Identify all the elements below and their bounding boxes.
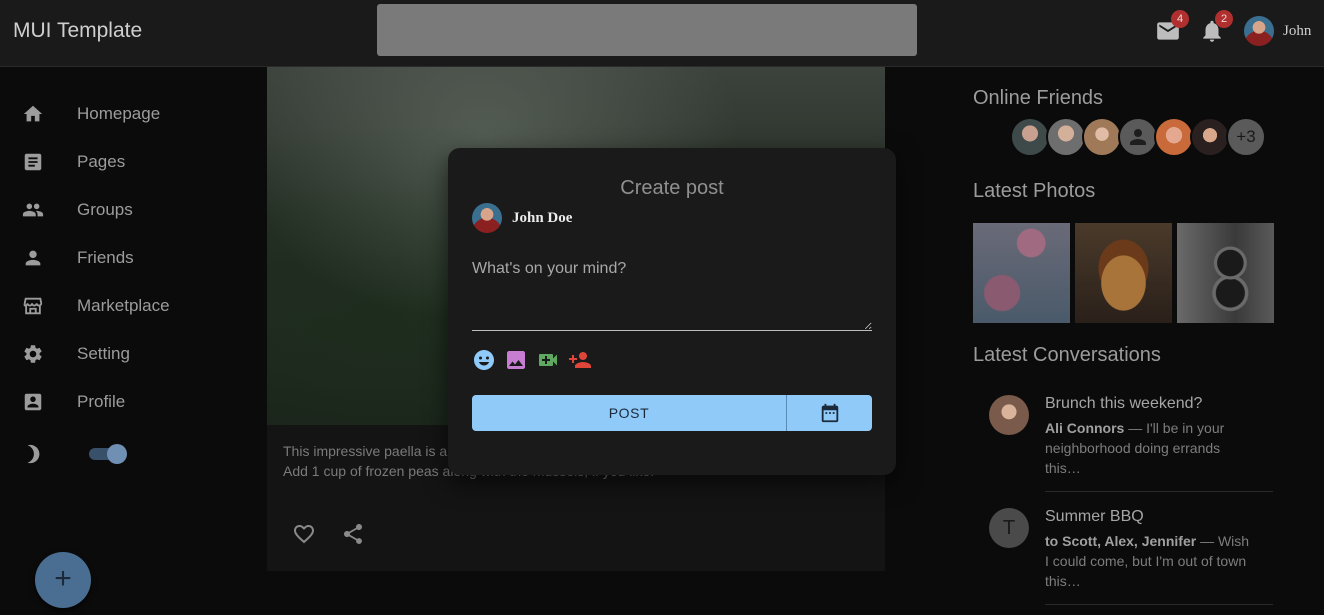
avatar[interactable] bbox=[1154, 117, 1194, 157]
conversation-title: Brunch this weekend? bbox=[1045, 395, 1203, 412]
avatar[interactable] bbox=[1190, 117, 1230, 157]
sidebar-item-marketplace[interactable]: Marketplace bbox=[0, 282, 250, 330]
sidebar-item-pages[interactable]: Pages bbox=[0, 138, 250, 186]
person-icon bbox=[25, 250, 41, 266]
person-icon bbox=[1130, 129, 1146, 145]
conversation-sender: Ali Connors bbox=[1045, 420, 1125, 436]
post-text-input[interactable] bbox=[472, 254, 872, 331]
conversation-item[interactable]: T Summer BBQ to Scott, Alex, Jennifer — … bbox=[989, 508, 1273, 598]
groups-icon bbox=[22, 203, 44, 217]
post-button[interactable]: POST bbox=[472, 395, 787, 431]
sidebar-item-friends[interactable]: Friends bbox=[0, 234, 250, 282]
search-bar[interactable] bbox=[377, 4, 917, 56]
online-friends-avatars: +3 bbox=[1010, 117, 1266, 157]
photo-thumbnail[interactable] bbox=[1075, 223, 1172, 323]
video-camera-icon[interactable] bbox=[536, 348, 560, 372]
modal-user: John Doe bbox=[472, 203, 572, 233]
app-logo[interactable]: MUI Template bbox=[13, 19, 142, 43]
share-icon[interactable] bbox=[341, 522, 365, 546]
online-friends-title: Online Friends bbox=[973, 87, 1104, 109]
more-friends-count[interactable]: +3 bbox=[1226, 117, 1266, 157]
sidebar-item-label: Friends bbox=[77, 248, 134, 267]
dark-mode-switch[interactable] bbox=[89, 444, 127, 464]
mail-badge: 4 bbox=[1171, 10, 1189, 28]
favorite-icon[interactable] bbox=[292, 522, 316, 546]
sidebar-item-label: Marketplace bbox=[77, 296, 170, 315]
sidebar-item-label: Pages bbox=[77, 152, 126, 171]
notifications-button[interactable]: 2 bbox=[1199, 10, 1233, 44]
person-add-icon[interactable] bbox=[568, 348, 592, 372]
conversation-title: Summer BBQ bbox=[1045, 508, 1144, 525]
article-icon bbox=[24, 153, 42, 171]
app-bar: MUI Template 4 2 John bbox=[0, 0, 1324, 67]
schedule-button[interactable] bbox=[787, 395, 872, 431]
add-post-button[interactable]: + bbox=[35, 552, 91, 608]
photo-thumbnail[interactable] bbox=[973, 223, 1070, 323]
account-box-icon bbox=[24, 393, 42, 411]
create-post-modal: Create post John Doe POST bbox=[448, 148, 896, 475]
avatar[interactable] bbox=[1118, 117, 1158, 157]
avatar bbox=[472, 203, 502, 233]
conversation-item[interactable]: Brunch this weekend? Ali Connors — I'll … bbox=[989, 395, 1273, 485]
avatar: T bbox=[989, 508, 1029, 548]
user-menu[interactable]: John bbox=[1244, 16, 1311, 46]
home-icon bbox=[23, 105, 43, 122]
latest-photos-title: Latest Photos bbox=[973, 180, 1096, 202]
conversation-preview: Ali Connors — I'll be in your neighborho… bbox=[1045, 418, 1255, 478]
switch-thumb bbox=[107, 444, 127, 464]
image-icon[interactable] bbox=[504, 348, 528, 372]
divider bbox=[1045, 491, 1273, 492]
calendar-icon bbox=[821, 403, 838, 423]
avatar[interactable] bbox=[1046, 117, 1086, 157]
mail-button[interactable]: 4 bbox=[1155, 10, 1189, 44]
sidebar-item-groups[interactable]: Groups bbox=[0, 186, 250, 234]
storefront-icon bbox=[23, 297, 43, 315]
sidebar-item-label: Groups bbox=[77, 200, 133, 219]
gear-icon bbox=[24, 345, 42, 363]
sidebar-item-label: Setting bbox=[77, 344, 130, 363]
modal-user-name: John Doe bbox=[512, 209, 573, 226]
username: John bbox=[1283, 22, 1312, 39]
latest-conversations-title: Latest Conversations bbox=[973, 344, 1161, 366]
divider bbox=[1045, 604, 1273, 605]
sidebar-item-setting[interactable]: Setting bbox=[0, 330, 250, 378]
conversation-preview: to Scott, Alex, Jennifer — Wish I could … bbox=[1045, 531, 1255, 591]
avatar bbox=[1244, 16, 1274, 46]
avatar[interactable] bbox=[1082, 117, 1122, 157]
notifications-badge: 2 bbox=[1215, 10, 1233, 28]
sidebar-item-label: Homepage bbox=[77, 104, 161, 123]
avatar[interactable] bbox=[1010, 117, 1050, 157]
sidebar-item-profile[interactable]: Profile bbox=[0, 378, 250, 426]
emoji-icon[interactable] bbox=[472, 348, 496, 372]
sidebar-item-label: Profile bbox=[77, 392, 126, 411]
sidebar-item-homepage[interactable]: Homepage bbox=[0, 90, 250, 138]
post-button-group: POST bbox=[472, 395, 872, 431]
latest-photos bbox=[973, 223, 1274, 323]
conversation-sender: to Scott, Alex, Jennifer bbox=[1045, 533, 1197, 549]
modal-title: Create post bbox=[620, 177, 724, 199]
avatar bbox=[989, 395, 1029, 435]
moon-icon bbox=[27, 444, 40, 464]
photo-thumbnail[interactable] bbox=[1177, 223, 1274, 323]
sidebar: Homepage Pages Groups Friends Marketplac… bbox=[0, 67, 250, 615]
